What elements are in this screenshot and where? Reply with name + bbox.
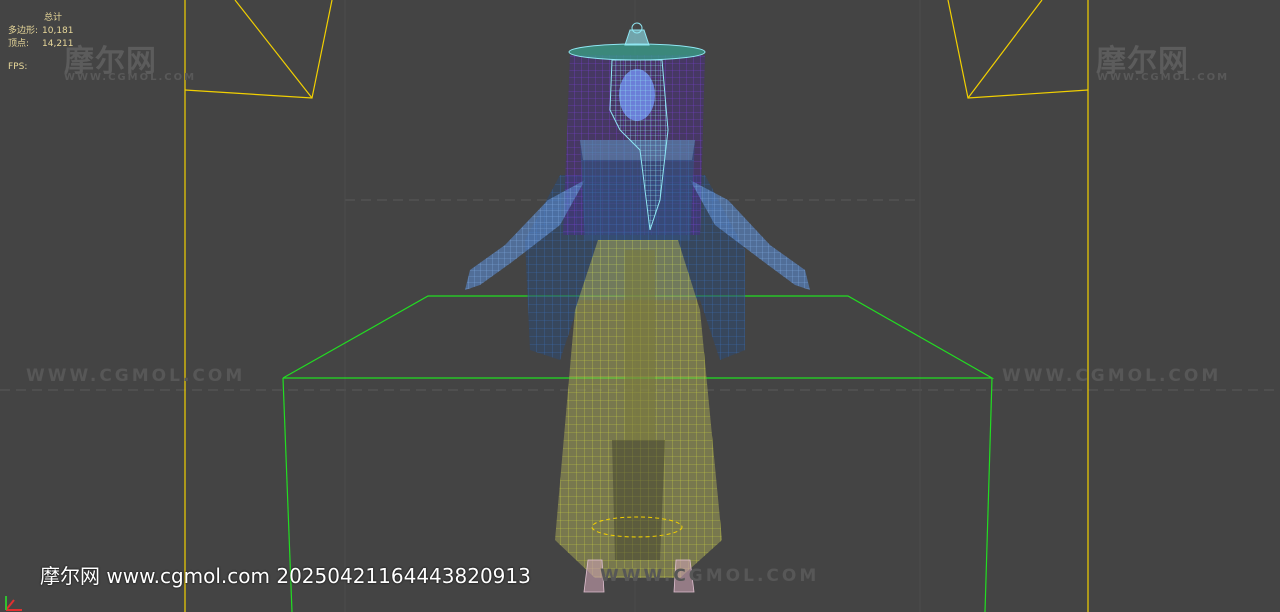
watermark-sub-right: WWW.CGMOL.COM: [1097, 72, 1230, 83]
watermark-sub-left: WWW.CGMOL.COM: [64, 72, 197, 83]
axis-gizmo-icon: [5, 596, 22, 611]
character-wireframe[interactable]: [465, 22, 810, 593]
watermark-url-left: WWW.CGMOL.COM: [26, 366, 246, 386]
3d-viewport[interactable]: 总计 多边形: 10,181 顶点: 14,211 FPS: 摩尔网 WWW.CGM…: [0, 0, 1280, 612]
hat-brim-mesh: [568, 43, 706, 61]
hat-crown-mesh: [624, 29, 650, 46]
watermark-url-right: WWW.CGMOL.COM: [1002, 366, 1222, 386]
stats-total-label: 总计: [44, 13, 63, 23]
scene-canvas[interactable]: [0, 0, 1280, 612]
watermark-url-bottom: WWW.CGMOL.COM: [600, 566, 820, 586]
polygons-value: 10,181: [42, 26, 74, 36]
polygons-label: 多边形:: [8, 26, 39, 36]
footer-watermark: 摩尔网 www.cgmol.com 20250421164443820913: [40, 564, 531, 588]
vertices-label: 顶点:: [8, 39, 30, 49]
